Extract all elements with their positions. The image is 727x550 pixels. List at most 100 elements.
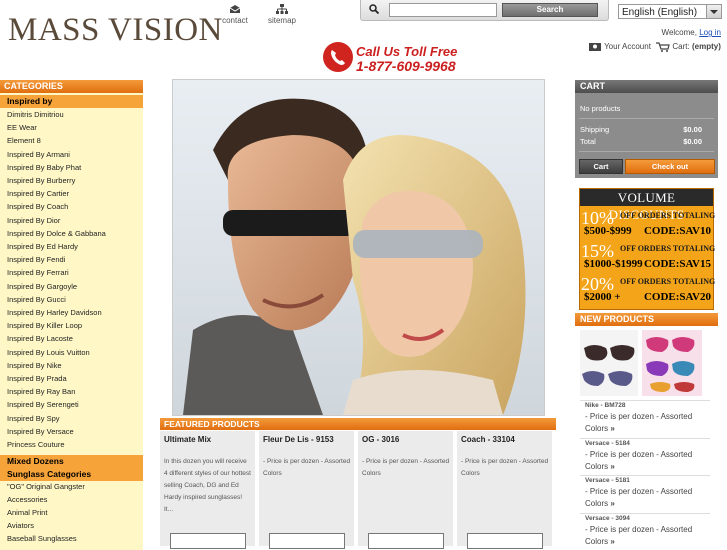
login-link[interactable]: Log in bbox=[699, 28, 721, 37]
featured-product-image[interactable] bbox=[269, 533, 345, 549]
featured-product-title[interactable]: Ultimate Mix bbox=[164, 435, 211, 444]
search-button[interactable]: Search bbox=[502, 3, 598, 17]
language-select[interactable]: English (English) bbox=[618, 4, 722, 19]
double-chevron-right-icon: » bbox=[608, 536, 615, 546]
featured-product-image[interactable] bbox=[170, 533, 246, 549]
contact-link[interactable]: contact bbox=[215, 4, 255, 25]
featured-product-card[interactable]: OG - 3016 - Price is per dozen - Assorted… bbox=[358, 431, 454, 549]
featured-product-desc: - Price is per dozen - Assorted Colors bbox=[263, 458, 351, 477]
volume-discounts-banner[interactable]: VOLUME DISCOUNTS 10% OFF ORDERS TOTALING $… bbox=[579, 188, 716, 310]
tier-range: $2000 + bbox=[584, 291, 621, 303]
sidebar-category-item[interactable]: Inspired By Fendi bbox=[7, 255, 65, 264]
language-value: English (English) bbox=[622, 7, 698, 18]
sidebar-category-item[interactable]: Inspired By Serengeti bbox=[7, 400, 79, 409]
sidebar-category-item[interactable]: Inspired By Versace bbox=[7, 427, 74, 436]
double-chevron-right-icon: » bbox=[608, 424, 615, 433]
new-products-heading: NEW PRODUCTS bbox=[575, 313, 718, 326]
new-product-desc: - Price is per dozen - Assorted Colors » bbox=[585, 524, 705, 548]
cart-button[interactable]: Cart bbox=[579, 159, 623, 174]
account-link[interactable]: Your Account bbox=[604, 42, 651, 51]
new-product-divider bbox=[580, 400, 710, 401]
featured-product-card[interactable]: Ultimate Mix In this dozen you will recei… bbox=[160, 431, 256, 549]
sidebar-category-item[interactable]: Inspired By Dolce & Gabbana bbox=[7, 229, 106, 238]
sidebar-category-item[interactable]: Inspired By Nike bbox=[7, 361, 62, 370]
cart-heading: CART bbox=[575, 80, 718, 93]
sidebar-category-item[interactable]: Accessories bbox=[7, 495, 47, 504]
sidebar-category-item[interactable]: Inspired By Armani bbox=[7, 150, 70, 159]
new-product-desc: - Price is per dozen - Assorted Colors » bbox=[585, 411, 705, 435]
sunglass-categories-heading[interactable]: Sunglass Categories bbox=[0, 468, 143, 481]
new-product-desc-text: - Price is per dozen - Assorted Colors bbox=[585, 412, 693, 433]
featured-product-title[interactable]: OG - 3016 bbox=[362, 435, 399, 444]
sidebar-category-item[interactable]: Inspired By Spy bbox=[7, 414, 60, 423]
featured-product-card[interactable]: Fleur De Lis - 9153 - Price is per dozen … bbox=[259, 431, 355, 549]
tier-range: $1000-$1999 bbox=[584, 258, 643, 270]
sidebar-category-item[interactable]: Inspired By Lacoste bbox=[7, 334, 73, 343]
tier-code: CODE:SAV10 bbox=[643, 225, 711, 237]
volume-title: VOLUME DISCOUNTS bbox=[580, 189, 713, 222]
double-chevron-right-icon: » bbox=[608, 499, 615, 508]
featured-product-image[interactable] bbox=[467, 533, 543, 549]
featured-product-card[interactable]: Coach - 33104 - Price is per dozen - Asso… bbox=[457, 431, 553, 549]
sidebar-category-item[interactable]: Element 8 bbox=[7, 136, 41, 145]
volume-tier: 15% OFF ORDERS TOTALING $1000-$1999 CODE:SA… bbox=[580, 241, 715, 274]
new-product-name[interactable]: Versace - 3094 bbox=[585, 515, 630, 522]
account-icon bbox=[589, 43, 601, 51]
sidebar-category-item[interactable]: Inspired By Gucci bbox=[7, 295, 66, 304]
tier-range: $500-$999 bbox=[584, 225, 632, 237]
new-product-desc: - Price is per dozen - Assorted Colors » bbox=[585, 486, 705, 510]
featured-product-desc: In this dozen you will receive 4 differe… bbox=[164, 458, 251, 513]
sitemap-label: sitemap bbox=[267, 16, 296, 25]
featured-product-image[interactable] bbox=[368, 533, 444, 549]
tier-code: CODE:SAV15 bbox=[643, 258, 711, 270]
site-logo[interactable]: MASS VISION bbox=[8, 12, 223, 49]
total-label: Total bbox=[580, 137, 596, 146]
search-input[interactable] bbox=[389, 3, 497, 17]
sidebar-category-item[interactable]: Inspired By Cartier bbox=[7, 189, 69, 198]
sidebar-category-item[interactable]: "OG" Original Gangster bbox=[7, 482, 85, 491]
welcome-label: Welcome, bbox=[661, 28, 697, 37]
total-value: $0.00 bbox=[683, 137, 702, 146]
sidebar-category-item[interactable]: Inspired By Ray Ban bbox=[7, 387, 75, 396]
sidebar-category-item[interactable]: Baseball Sunglasses bbox=[7, 534, 77, 543]
volume-tier: 20% OFF ORDERS TOTALING $2000 + CODE:SAV20 bbox=[580, 274, 716, 307]
inspired-heading[interactable]: Inspired by bbox=[0, 95, 143, 108]
cart-link[interactable]: Cart: bbox=[672, 42, 689, 51]
featured-product-desc: - Price is per dozen - Assorted Colors bbox=[461, 458, 549, 477]
sidebar-category-item[interactable]: Inspired By Coach bbox=[7, 202, 68, 211]
phone-number[interactable]: 1-877-609-9968 bbox=[356, 58, 456, 74]
new-product-desc-text: - Price is per dozen - Assorted Colors bbox=[585, 449, 693, 471]
sidebar-category-item[interactable]: Inspired By Prada bbox=[7, 374, 67, 383]
sidebar-category-item[interactable]: EE Wear bbox=[7, 123, 37, 132]
sidebar-category-item[interactable]: Inspired By Killer Loop bbox=[7, 321, 82, 330]
new-product-image[interactable] bbox=[580, 330, 702, 396]
sidebar-category-item[interactable]: Inspired By Ed Hardy bbox=[7, 242, 78, 251]
new-product-divider bbox=[580, 437, 710, 439]
hero-banner[interactable] bbox=[172, 79, 545, 416]
cart-status: (empty) bbox=[691, 42, 721, 52]
new-product-desc: - Price is per dozen - Assorted Colors » bbox=[585, 449, 705, 473]
sidebar-category-item[interactable]: Inspired By Gargoyle bbox=[7, 282, 77, 291]
sidebar-category-item[interactable]: Inspired By Baby Phat bbox=[7, 163, 81, 172]
new-product-name[interactable]: Nike - BM728 bbox=[585, 402, 625, 409]
sidebar-category-item[interactable]: Inspired By Burberry bbox=[7, 176, 75, 185]
new-product-name[interactable]: Versace - 5184 bbox=[585, 440, 630, 447]
volume-tier: 10% OFF ORDERS TOTALING $500-$999 CODE:SAV1… bbox=[580, 208, 715, 241]
featured-product-title[interactable]: Fleur De Lis - 9153 bbox=[263, 435, 334, 444]
sidebar-category-item[interactable]: Inspired By Dior bbox=[7, 216, 60, 225]
shipping-label: Shipping bbox=[580, 125, 610, 134]
sidebar-category-item[interactable]: Inspired By Ferrari bbox=[7, 268, 69, 277]
sidebar-category-item[interactable]: Aviators bbox=[7, 521, 34, 530]
mixed-dozens-heading[interactable]: Mixed Dozens bbox=[0, 455, 143, 468]
sidebar-category-item[interactable]: Animal Print bbox=[7, 508, 47, 517]
tier-off-text: OFF ORDERS TOTALING bbox=[620, 277, 716, 286]
sitemap-link[interactable]: sitemap bbox=[262, 4, 302, 25]
checkout-button[interactable]: Check out bbox=[625, 159, 715, 174]
sidebar-category-item[interactable]: Dimitris Dimitriou bbox=[7, 110, 64, 119]
featured-product-title[interactable]: Coach - 33104 bbox=[461, 435, 515, 444]
sidebar-category-item[interactable]: Inspired By Harley Davidson bbox=[7, 308, 102, 317]
new-product-name[interactable]: Versace - 5181 bbox=[585, 477, 630, 484]
sidebar-category-item[interactable]: Inspired By Louis Vuitton bbox=[7, 348, 90, 357]
sidebar-category-item[interactable]: Princess Couture bbox=[7, 440, 65, 449]
tier-code: CODE:SAV20 bbox=[643, 291, 711, 303]
